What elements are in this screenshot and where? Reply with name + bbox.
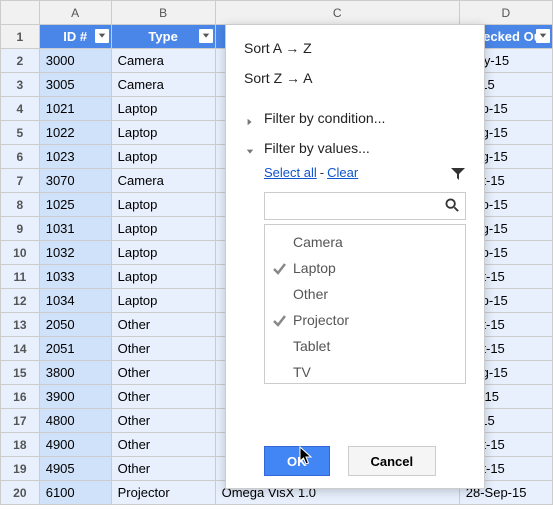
cell[interactable]: 3005: [39, 73, 111, 97]
search-icon: [445, 198, 460, 216]
select-clear-links: Select all-Clear: [226, 163, 484, 186]
col-header-B[interactable]: B: [111, 1, 215, 25]
row-header[interactable]: 12: [1, 289, 40, 313]
cell[interactable]: Laptop: [111, 289, 215, 313]
col-header-A[interactable]: A: [39, 1, 111, 25]
search-input[interactable]: [264, 192, 466, 220]
chevron-down-icon: [246, 143, 254, 159]
cell[interactable]: Laptop: [111, 193, 215, 217]
cell[interactable]: 4800: [39, 409, 111, 433]
cell[interactable]: 3000: [39, 49, 111, 73]
clear-link[interactable]: Clear: [327, 165, 358, 180]
filter-value-item[interactable]: Projector: [265, 307, 465, 333]
sort-az[interactable]: Sort A → Z: [226, 33, 484, 63]
ok-button[interactable]: OK: [264, 446, 330, 476]
chevron-right-icon: [246, 113, 254, 129]
cell[interactable]: Camera: [111, 169, 215, 193]
row-header[interactable]: 13: [1, 313, 40, 337]
cell[interactable]: 1025: [39, 193, 111, 217]
filter-icon[interactable]: [536, 29, 550, 43]
cell[interactable]: Camera: [111, 49, 215, 73]
cell[interactable]: Other: [111, 313, 215, 337]
filter-value-item[interactable]: Tablet: [265, 333, 465, 359]
filter-popup: Sort A → Z Sort Z → A Filter by conditio…: [225, 24, 485, 489]
cell[interactable]: 2051: [39, 337, 111, 361]
row-header[interactable]: 15: [1, 361, 40, 385]
row-header[interactable]: 2: [1, 49, 40, 73]
cell[interactable]: Other: [111, 361, 215, 385]
cell[interactable]: Laptop: [111, 121, 215, 145]
cell[interactable]: 1023: [39, 145, 111, 169]
cell[interactable]: 3900: [39, 385, 111, 409]
check-icon: [273, 314, 286, 330]
cell[interactable]: 1022: [39, 121, 111, 145]
value-list: CameraLaptopOtherProjectorTabletTV: [264, 224, 466, 384]
cell[interactable]: Laptop: [111, 241, 215, 265]
cell[interactable]: Other: [111, 337, 215, 361]
select-all-link[interactable]: Select all: [264, 165, 317, 180]
filter-value-item[interactable]: TV: [265, 359, 465, 384]
check-icon: [273, 262, 286, 278]
row-header[interactable]: 18: [1, 433, 40, 457]
cell[interactable]: Laptop: [111, 97, 215, 121]
cell[interactable]: Projector: [111, 481, 215, 505]
row-header[interactable]: 9: [1, 217, 40, 241]
row-header[interactable]: 19: [1, 457, 40, 481]
filter-by-values[interactable]: Filter by values...: [226, 133, 484, 163]
cell[interactable]: 3070: [39, 169, 111, 193]
cell[interactable]: 4900: [39, 433, 111, 457]
filter-value-item[interactable]: Camera: [265, 229, 465, 255]
filter-value-item[interactable]: Laptop: [265, 255, 465, 281]
cell[interactable]: 6100: [39, 481, 111, 505]
cell[interactable]: Camera: [111, 73, 215, 97]
filter-icon[interactable]: [95, 29, 109, 43]
row-header[interactable]: 6: [1, 145, 40, 169]
cell[interactable]: Laptop: [111, 217, 215, 241]
cell[interactable]: 3800: [39, 361, 111, 385]
filter-value-item[interactable]: Other: [265, 281, 465, 307]
row-header[interactable]: 5: [1, 121, 40, 145]
cell[interactable]: Other: [111, 457, 215, 481]
row-header[interactable]: 7: [1, 169, 40, 193]
cell[interactable]: 1031: [39, 217, 111, 241]
sort-za[interactable]: Sort Z → A: [226, 63, 484, 93]
funnel-icon[interactable]: [450, 166, 466, 185]
row-header[interactable]: 3: [1, 73, 40, 97]
row-header[interactable]: 8: [1, 193, 40, 217]
row-header[interactable]: 20: [1, 481, 40, 505]
cell[interactable]: 4905: [39, 457, 111, 481]
row-header[interactable]: 4: [1, 97, 40, 121]
row-header[interactable]: 17: [1, 409, 40, 433]
cancel-button[interactable]: Cancel: [348, 446, 437, 476]
cell[interactable]: Other: [111, 409, 215, 433]
cell[interactable]: 1033: [39, 265, 111, 289]
cell[interactable]: 2050: [39, 313, 111, 337]
row-header[interactable]: 10: [1, 241, 40, 265]
row-header[interactable]: 14: [1, 337, 40, 361]
cell[interactable]: Laptop: [111, 265, 215, 289]
header-type[interactable]: Type: [111, 25, 215, 49]
row-header[interactable]: 11: [1, 265, 40, 289]
row-header[interactable]: 16: [1, 385, 40, 409]
cell[interactable]: 1032: [39, 241, 111, 265]
cell[interactable]: 1021: [39, 97, 111, 121]
cell[interactable]: Other: [111, 433, 215, 457]
header-id[interactable]: ID #: [39, 25, 111, 49]
filter-by-condition[interactable]: Filter by condition...: [226, 103, 484, 133]
corner-cell[interactable]: [1, 1, 40, 25]
col-header-C[interactable]: C: [215, 1, 459, 25]
filter-icon[interactable]: [199, 29, 213, 43]
col-header-D[interactable]: D: [459, 1, 552, 25]
cell[interactable]: Other: [111, 385, 215, 409]
cell[interactable]: 1034: [39, 289, 111, 313]
row-header-1[interactable]: 1: [1, 25, 40, 49]
cell[interactable]: Laptop: [111, 145, 215, 169]
